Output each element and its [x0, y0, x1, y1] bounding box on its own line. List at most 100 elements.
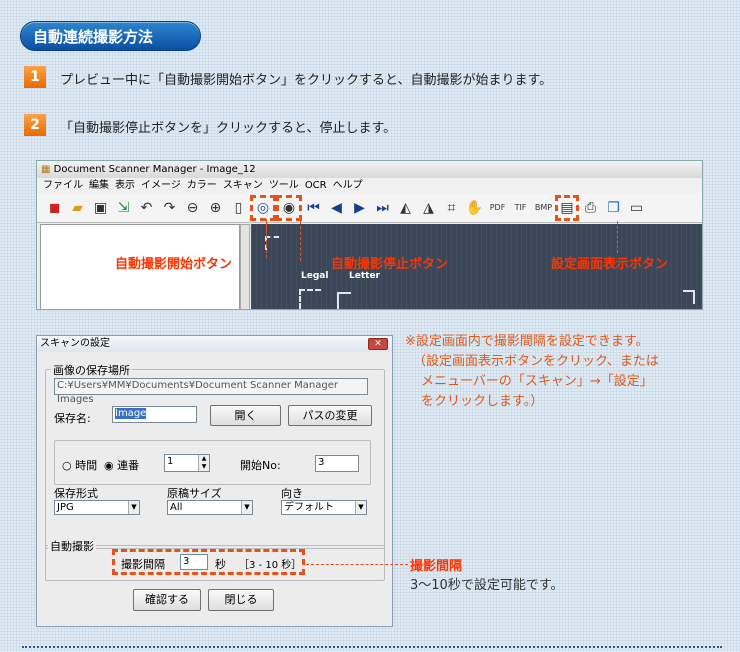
next-icon[interactable]: ▶ — [348, 197, 371, 219]
rotate-right-icon[interactable]: ↷ — [158, 197, 181, 219]
radio-serial[interactable]: ◉ 連番 — [104, 457, 139, 473]
size-label: 原稿サイズ — [167, 487, 222, 500]
change-path-button[interactable]: パスの変更 — [288, 405, 372, 426]
confirm-button[interactable]: 確認する — [133, 589, 201, 611]
last-page-icon[interactable]: ⏭ — [371, 197, 394, 219]
section-title: 自動連続撮影方法 — [20, 21, 201, 51]
flip-horizontal-icon[interactable]: ◭ — [394, 197, 417, 219]
menu-ocr[interactable]: OCR — [305, 178, 327, 193]
close-icon[interactable]: ✕ — [368, 338, 388, 350]
interval-annotation-desc: 3〜10秒で設定可能です。 — [410, 578, 564, 593]
settings-button-annotation: 設定画面表示ボタン — [551, 257, 669, 272]
menu-file[interactable]: ファイル — [43, 178, 83, 193]
format-label: 保存形式 — [54, 487, 98, 500]
menu-bar: ファイル 編集 表示 イメージ カラー スキャン ツール OCR ヘルプ — [37, 178, 702, 193]
section-divider — [22, 646, 722, 648]
save-name-label: 保存名: — [54, 412, 91, 425]
interval-field[interactable]: 3 — [180, 554, 208, 570]
settings-leader-vertical — [617, 221, 618, 253]
export-icon[interactable]: ⇲ — [112, 197, 135, 219]
interval-label: 撮影間隔 — [121, 558, 165, 571]
note-line-4: をクリックします。） — [421, 394, 544, 409]
save-path-field[interactable]: C:¥Users¥MM¥Documents¥Document Scanner M… — [54, 378, 368, 405]
print-icon[interactable]: ⎙ — [579, 197, 602, 219]
dialog-title: スキャンの設定 — [40, 338, 110, 349]
scan-settings-dialog: スキャンの設定 ✕ 画像の保存場所 C:¥Users¥MM¥Documents¥… — [36, 335, 393, 627]
hand-icon[interactable]: ✋ — [463, 197, 486, 219]
save-location-label: 画像の保存場所 — [51, 362, 132, 378]
interval-unit: 秒 — [215, 558, 226, 571]
guide-corner — [265, 236, 279, 250]
format-select[interactable]: JPG ▼ — [54, 500, 140, 515]
save-name-field[interactable]: Image — [112, 406, 197, 423]
app-title: Document Scanner Manager - Image_12 — [53, 164, 256, 175]
open-button[interactable]: 開く — [210, 405, 281, 426]
zoom-in-icon[interactable]: ⊕ — [204, 197, 227, 219]
flip-vertical-icon[interactable]: ◮ — [417, 197, 440, 219]
menu-view[interactable]: 表示 — [115, 178, 135, 193]
guide-corner-right — [683, 290, 695, 304]
start-button-annotation: 自動撮影開始ボタン — [115, 257, 233, 272]
note-line-2: （設定画面表示ボタンをクリック、または — [413, 354, 659, 369]
format-value: JPG — [57, 502, 74, 513]
app-icon: ▦ — [41, 164, 54, 175]
interval-leader-line — [306, 564, 408, 565]
folder-open-icon[interactable]: ▰ — [66, 197, 89, 219]
note-line-3: メニューバーの「スキャン」→「設定」 — [421, 374, 653, 389]
tif-icon[interactable]: TIF — [509, 197, 532, 219]
zoom-out-icon[interactable]: ⊖ — [181, 197, 204, 219]
step-2-number: 2 — [24, 114, 46, 136]
previous-icon[interactable]: ◀ — [325, 197, 348, 219]
radio-time[interactable]: ○ 時間 — [62, 457, 97, 473]
radio-serial-label: 連番 — [117, 459, 140, 472]
start-leader-vertical — [266, 220, 267, 258]
first-page-icon[interactable]: ⏮ — [302, 197, 325, 219]
menu-help[interactable]: ヘルプ — [333, 178, 363, 193]
start-no-field[interactable]: 3 — [315, 455, 359, 472]
orientation-value: デフォルト — [284, 502, 334, 513]
spinner-arrows-icon[interactable]: ▲ ▼ — [198, 455, 209, 471]
interval-annotation-title: 撮影間隔 — [410, 559, 463, 574]
pdf-icon[interactable]: PDF — [486, 197, 509, 219]
menu-color[interactable]: カラー — [187, 178, 217, 193]
legal-label: Legal — [301, 271, 329, 281]
start-no-label: 開始No: — [240, 459, 281, 472]
bmp-icon[interactable]: BMP — [532, 197, 555, 219]
orientation-label: 向き — [281, 487, 303, 500]
menu-tools[interactable]: ツール — [269, 178, 299, 193]
menu-image[interactable]: イメージ — [141, 178, 181, 193]
guide-corner-letter — [337, 292, 351, 309]
note-line-1: ※設定画面内で撮影間隔を設定できます。 — [405, 334, 649, 349]
settings-screen-icon[interactable]: ▤ — [555, 194, 579, 221]
step-1-text: プレビュー中に「自動撮影開始ボタン」をクリックすると、自動撮影が始まります。 — [60, 73, 553, 88]
auto-capture-label: 自動撮影 — [48, 538, 96, 554]
menu-edit[interactable]: 編集 — [89, 178, 109, 193]
window-icon[interactable]: ▭ — [625, 197, 648, 219]
app-window: ▦ Document Scanner Manager - Image_12 ファ… — [36, 160, 703, 310]
orientation-select[interactable]: デフォルト ▼ — [281, 500, 367, 515]
crop-icon[interactable]: ⌗ — [440, 197, 463, 219]
save-icon[interactable]: ▣ — [89, 197, 112, 219]
save-name-value: Image — [115, 408, 147, 419]
camera-icon[interactable]: ◼ — [43, 197, 66, 219]
chevron-down-icon: ▼ — [128, 501, 139, 514]
copy-icon[interactable]: ❐ — [602, 197, 625, 219]
app-titlebar: ▦ Document Scanner Manager - Image_12 — [37, 161, 702, 178]
size-value: All — [170, 502, 183, 513]
guide-corner-legal — [299, 289, 321, 309]
chevron-down-icon: ▼ — [241, 501, 252, 514]
auto-capture-stop-icon[interactable]: ◉ — [276, 194, 302, 221]
close-button[interactable]: 閉じる — [208, 589, 274, 611]
chevron-down-icon: ▼ — [355, 501, 366, 514]
page-icon[interactable]: ▯ — [227, 197, 250, 219]
stop-leader-vertical — [300, 221, 301, 261]
letter-label: Letter — [349, 271, 380, 281]
dialog-titlebar: スキャンの設定 ✕ — [37, 336, 392, 352]
toolbar: ◼ ▰ ▣ ⇲ ↶ ↷ ⊖ ⊕ ▯ ◎ ◉ ⏮ ◀ ▶ ⏭ ◭ ◮ ⌗ ✋ PD… — [37, 193, 702, 223]
thumbnail-scrollbar[interactable] — [240, 224, 250, 309]
size-select[interactable]: All ▼ — [167, 500, 253, 515]
menu-scan[interactable]: スキャン — [223, 178, 263, 193]
rotate-left-icon[interactable]: ↶ — [135, 197, 158, 219]
radio-time-label: 時間 — [75, 459, 98, 472]
auto-capture-start-icon[interactable]: ◎ — [250, 194, 276, 221]
